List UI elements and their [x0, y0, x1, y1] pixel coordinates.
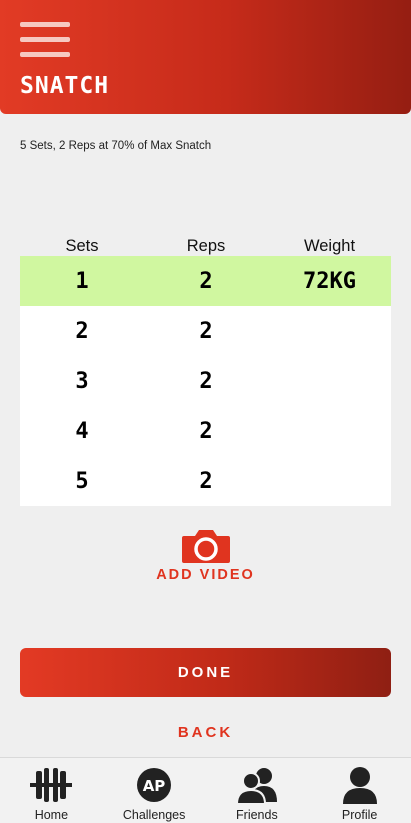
reps-value: 2	[199, 418, 213, 444]
table-row[interactable]: 1 2 72KG	[20, 256, 391, 306]
sets-table: Sets Reps Weight 1 2 72KG 2 2 3 2 4 2 5 …	[20, 231, 391, 506]
profile-icon	[342, 767, 377, 804]
camera-icon	[181, 530, 230, 563]
nav-item-profile[interactable]: Profile	[308, 758, 411, 823]
table-row[interactable]: 5 2	[20, 456, 391, 506]
nav-label-friends: Friends	[236, 808, 278, 822]
nav-label-home: Home	[34, 808, 69, 822]
nav-item-challenges[interactable]: AP Challenges	[103, 758, 206, 823]
reps-value: 2	[199, 268, 213, 294]
header-reps: Reps	[186, 237, 226, 255]
reps-value: 2	[199, 318, 213, 344]
add-video-button[interactable]: ADD VIDEO	[150, 528, 261, 583]
set-number: 3	[75, 368, 89, 394]
back-button[interactable]: BACK	[130, 724, 281, 741]
table-row[interactable]: 4 2	[20, 406, 391, 456]
bottom-nav: Home AP Challenges Friends Profile	[0, 757, 411, 823]
nav-label-challenges: Challenges	[122, 808, 186, 822]
barbell-icon	[30, 768, 73, 802]
workout-description: 5 Sets, 2 Reps at 70% of Max Snatch	[20, 140, 212, 152]
reps-value: 2	[199, 368, 213, 394]
set-number: 4	[75, 418, 89, 444]
friends-icon	[235, 768, 277, 804]
menu-line	[20, 52, 70, 57]
table-row[interactable]: 2 2	[20, 306, 391, 356]
add-video-label: ADD VIDEO	[156, 567, 255, 583]
weight-value: 72KG	[303, 268, 356, 294]
app-header: SNATCH	[0, 0, 411, 114]
set-number: 1	[75, 268, 89, 294]
ap-badge-text: AP	[143, 777, 166, 795]
hamburger-menu-icon[interactable]	[20, 20, 70, 58]
nav-label-profile: Profile	[341, 808, 378, 822]
header-weight: Weight	[303, 237, 356, 255]
set-number: 2	[75, 318, 89, 344]
table-row[interactable]: 3 2	[20, 356, 391, 406]
set-number: 5	[75, 468, 89, 494]
done-button[interactable]: DONE	[20, 648, 391, 697]
table-header: Sets Reps Weight	[20, 231, 391, 256]
nav-item-friends[interactable]: Friends	[206, 758, 309, 823]
menu-line	[20, 37, 70, 42]
page-title: SNATCH	[20, 73, 110, 99]
menu-line	[20, 22, 70, 27]
reps-value: 2	[199, 468, 213, 494]
header-sets: Sets	[65, 237, 99, 255]
nav-item-home[interactable]: Home	[0, 758, 103, 823]
ap-badge-icon: AP	[137, 768, 172, 802]
